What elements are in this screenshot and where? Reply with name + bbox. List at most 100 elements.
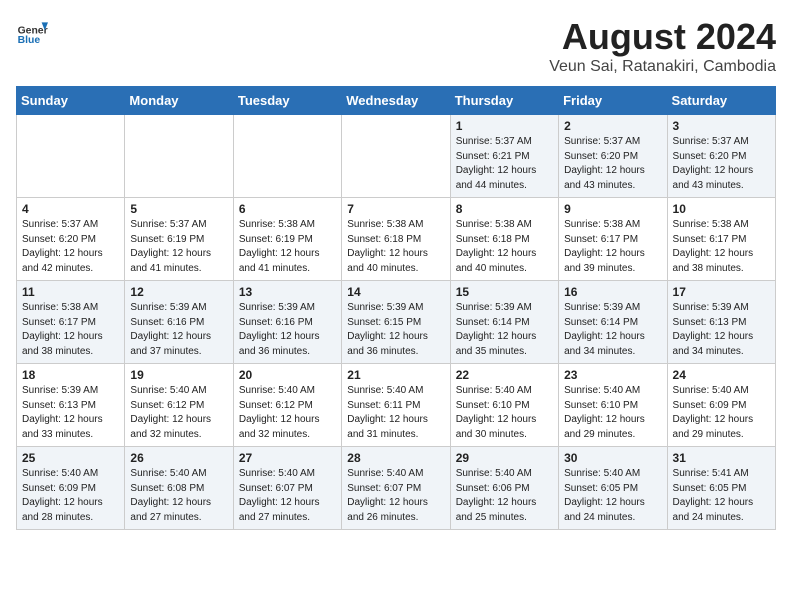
day-number: 21 xyxy=(347,368,444,382)
day-info: Sunrise: 5:40 AM Sunset: 6:09 PM Dayligh… xyxy=(673,385,754,440)
day-cell: 7Sunrise: 5:38 AM Sunset: 6:18 PM Daylig… xyxy=(342,198,450,281)
day-cell: 26Sunrise: 5:40 AM Sunset: 6:08 PM Dayli… xyxy=(125,447,233,530)
day-info: Sunrise: 5:37 AM Sunset: 6:20 PM Dayligh… xyxy=(22,219,103,274)
day-number: 2 xyxy=(564,119,661,133)
day-cell: 22 Sunrise: 5:40 AM Sunset: 6:10 PM Dayli… xyxy=(450,364,558,447)
day-number: 29 xyxy=(456,451,553,465)
day-number: 30 xyxy=(564,451,661,465)
day-cell: 12 Sunrise: 5:39 AM Sunset: 6:16 PM Dayli… xyxy=(125,281,233,364)
day-cell: 5Sunrise: 5:37 AM Sunset: 6:19 PM Daylig… xyxy=(125,198,233,281)
day-info: Sunrise: 5:37 AM Sunset: 6:20 PM Dayligh… xyxy=(673,136,754,191)
day-info: Sunrise: 5:38 AM Sunset: 6:17 PM Dayligh… xyxy=(22,302,103,357)
day-info: Sunrise: 5:40 AM Sunset: 6:12 PM Dayligh… xyxy=(130,385,211,440)
day-cell: 20 Sunrise: 5:40 AM Sunset: 6:12 PM Dayli… xyxy=(233,364,341,447)
day-number: 27 xyxy=(239,451,336,465)
day-number: 22 xyxy=(456,368,553,382)
day-info: Sunrise: 5:40 AM Sunset: 6:09 PM Dayligh… xyxy=(22,468,103,523)
day-cell: 31 Sunrise: 5:41 AM Sunset: 6:05 PM Dayli… xyxy=(667,447,775,530)
day-info: Sunrise: 5:40 AM Sunset: 6:07 PM Dayligh… xyxy=(347,468,428,523)
day-number: 14 xyxy=(347,285,444,299)
day-number: 4 xyxy=(22,202,119,216)
header-row: SundayMondayTuesdayWednesdayThursdayFrid… xyxy=(17,87,776,115)
day-cell: 1Sunrise: 5:37 AM Sunset: 6:21 PM Daylig… xyxy=(450,115,558,198)
day-cell: 29 Sunrise: 5:40 AM Sunset: 6:06 PM Dayli… xyxy=(450,447,558,530)
header-cell-tuesday: Tuesday xyxy=(233,87,341,115)
day-info: Sunrise: 5:39 AM Sunset: 6:13 PM Dayligh… xyxy=(22,385,103,440)
header-cell-sunday: Sunday xyxy=(17,87,125,115)
week-row-2: 11Sunrise: 5:38 AM Sunset: 6:17 PM Dayli… xyxy=(17,281,776,364)
day-cell xyxy=(233,115,341,198)
day-info: Sunrise: 5:39 AM Sunset: 6:14 PM Dayligh… xyxy=(456,302,537,357)
header-cell-saturday: Saturday xyxy=(667,87,775,115)
day-info: Sunrise: 5:37 AM Sunset: 6:20 PM Dayligh… xyxy=(564,136,645,191)
day-number: 15 xyxy=(456,285,553,299)
day-info: Sunrise: 5:38 AM Sunset: 6:18 PM Dayligh… xyxy=(456,219,537,274)
week-row-3: 18 Sunrise: 5:39 AM Sunset: 6:13 PM Dayli… xyxy=(17,364,776,447)
subtitle: Veun Sai, Ratanakiri, Cambodia xyxy=(549,58,776,76)
day-cell: 18 Sunrise: 5:39 AM Sunset: 6:13 PM Dayli… xyxy=(17,364,125,447)
day-number: 24 xyxy=(673,368,770,382)
day-number: 18 xyxy=(22,368,119,382)
day-cell: 16 Sunrise: 5:39 AM Sunset: 6:14 PM Dayli… xyxy=(559,281,667,364)
day-cell: 23 Sunrise: 5:40 AM Sunset: 6:10 PM Dayli… xyxy=(559,364,667,447)
day-cell xyxy=(17,115,125,198)
day-cell: 3 Sunrise: 5:37 AM Sunset: 6:20 PM Daylig… xyxy=(667,115,775,198)
calendar-table: SundayMondayTuesdayWednesdayThursdayFrid… xyxy=(16,86,776,530)
day-cell: 15 Sunrise: 5:39 AM Sunset: 6:14 PM Dayli… xyxy=(450,281,558,364)
day-info: Sunrise: 5:37 AM Sunset: 6:21 PM Dayligh… xyxy=(456,136,537,191)
week-row-4: 25Sunrise: 5:40 AM Sunset: 6:09 PM Dayli… xyxy=(17,447,776,530)
day-info: Sunrise: 5:38 AM Sunset: 6:18 PM Dayligh… xyxy=(347,219,428,274)
day-info: Sunrise: 5:40 AM Sunset: 6:06 PM Dayligh… xyxy=(456,468,537,523)
day-number: 5 xyxy=(130,202,227,216)
header-cell-monday: Monday xyxy=(125,87,233,115)
week-row-1: 4 Sunrise: 5:37 AM Sunset: 6:20 PM Daylig… xyxy=(17,198,776,281)
day-info: Sunrise: 5:40 AM Sunset: 6:12 PM Dayligh… xyxy=(239,385,320,440)
day-number: 12 xyxy=(130,285,227,299)
day-cell: 11Sunrise: 5:38 AM Sunset: 6:17 PM Dayli… xyxy=(17,281,125,364)
header-cell-thursday: Thursday xyxy=(450,87,558,115)
day-cell: 30 Sunrise: 5:40 AM Sunset: 6:05 PM Dayli… xyxy=(559,447,667,530)
day-cell: 13 Sunrise: 5:39 AM Sunset: 6:16 PM Dayli… xyxy=(233,281,341,364)
day-number: 20 xyxy=(239,368,336,382)
svg-text:Blue: Blue xyxy=(18,35,41,46)
day-cell: 21Sunrise: 5:40 AM Sunset: 6:11 PM Dayli… xyxy=(342,364,450,447)
day-cell: 19Sunrise: 5:40 AM Sunset: 6:12 PM Dayli… xyxy=(125,364,233,447)
day-cell: 10Sunrise: 5:38 AM Sunset: 6:17 PM Dayli… xyxy=(667,198,775,281)
day-info: Sunrise: 5:40 AM Sunset: 6:05 PM Dayligh… xyxy=(564,468,645,523)
logo: General Blue xyxy=(16,16,48,48)
day-cell: 24 Sunrise: 5:40 AM Sunset: 6:09 PM Dayli… xyxy=(667,364,775,447)
day-info: Sunrise: 5:39 AM Sunset: 6:13 PM Dayligh… xyxy=(673,302,754,357)
week-row-0: 1Sunrise: 5:37 AM Sunset: 6:21 PM Daylig… xyxy=(17,115,776,198)
day-number: 3 xyxy=(673,119,770,133)
day-number: 10 xyxy=(673,202,770,216)
day-number: 26 xyxy=(130,451,227,465)
day-number: 16 xyxy=(564,285,661,299)
day-info: Sunrise: 5:40 AM Sunset: 6:10 PM Dayligh… xyxy=(564,385,645,440)
day-number: 13 xyxy=(239,285,336,299)
main-title: August 2024 xyxy=(549,16,776,58)
day-info: Sunrise: 5:38 AM Sunset: 6:19 PM Dayligh… xyxy=(239,219,320,274)
day-number: 17 xyxy=(673,285,770,299)
day-info: Sunrise: 5:39 AM Sunset: 6:14 PM Dayligh… xyxy=(564,302,645,357)
day-number: 23 xyxy=(564,368,661,382)
day-number: 28 xyxy=(347,451,444,465)
day-cell: 25Sunrise: 5:40 AM Sunset: 6:09 PM Dayli… xyxy=(17,447,125,530)
day-cell: 9 Sunrise: 5:38 AM Sunset: 6:17 PM Daylig… xyxy=(559,198,667,281)
logo-icon: General Blue xyxy=(16,16,48,48)
calendar-body: 1Sunrise: 5:37 AM Sunset: 6:21 PM Daylig… xyxy=(17,115,776,530)
day-cell: 8Sunrise: 5:38 AM Sunset: 6:18 PM Daylig… xyxy=(450,198,558,281)
day-info: Sunrise: 5:38 AM Sunset: 6:17 PM Dayligh… xyxy=(564,219,645,274)
day-info: Sunrise: 5:39 AM Sunset: 6:16 PM Dayligh… xyxy=(239,302,320,357)
day-cell: 17 Sunrise: 5:39 AM Sunset: 6:13 PM Dayli… xyxy=(667,281,775,364)
header-cell-friday: Friday xyxy=(559,87,667,115)
header: General Blue August 2024 Veun Sai, Ratan… xyxy=(16,16,776,76)
day-number: 31 xyxy=(673,451,770,465)
day-cell: 4 Sunrise: 5:37 AM Sunset: 6:20 PM Daylig… xyxy=(17,198,125,281)
title-area: August 2024 Veun Sai, Ratanakiri, Cambod… xyxy=(549,16,776,76)
day-info: Sunrise: 5:40 AM Sunset: 6:10 PM Dayligh… xyxy=(456,385,537,440)
day-cell: 14Sunrise: 5:39 AM Sunset: 6:15 PM Dayli… xyxy=(342,281,450,364)
day-number: 9 xyxy=(564,202,661,216)
day-info: Sunrise: 5:41 AM Sunset: 6:05 PM Dayligh… xyxy=(673,468,754,523)
calendar-header: SundayMondayTuesdayWednesdayThursdayFrid… xyxy=(17,87,776,115)
day-info: Sunrise: 5:39 AM Sunset: 6:16 PM Dayligh… xyxy=(130,302,211,357)
